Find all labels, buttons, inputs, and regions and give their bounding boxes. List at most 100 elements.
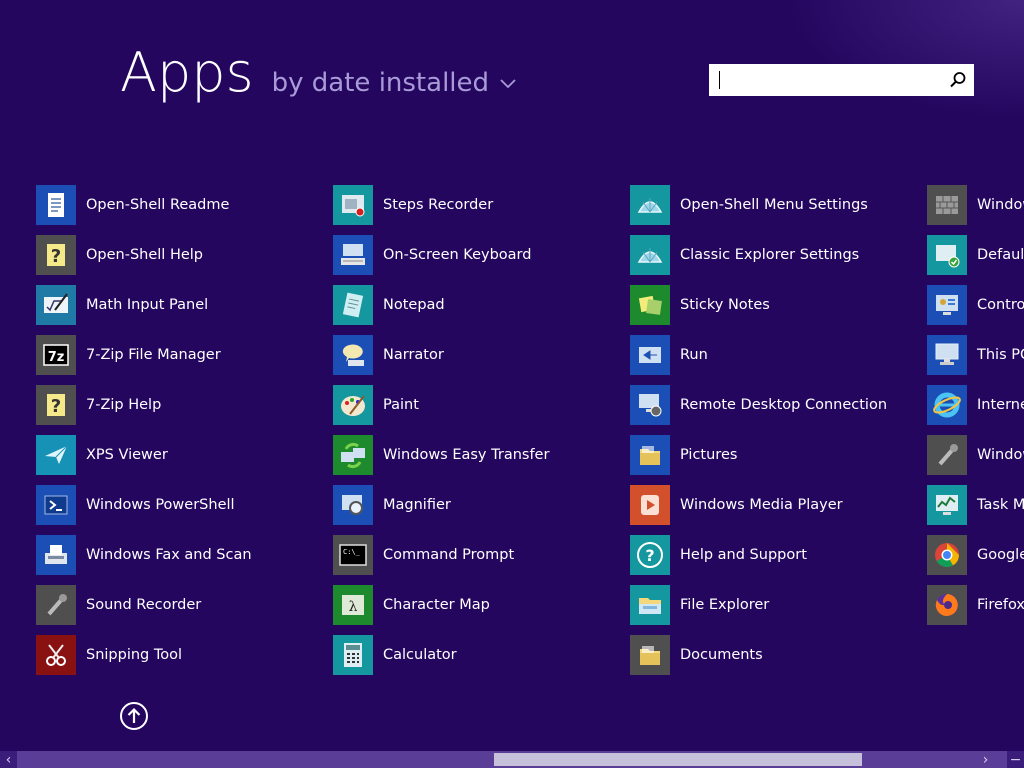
- app-tile-task-ma-3-6[interactable]: Task Ma: [927, 485, 1024, 525]
- zoom-out-icon[interactable]: −: [1007, 751, 1024, 768]
- app-label: Task Ma: [977, 497, 1024, 513]
- app-label: Calculator: [383, 647, 457, 663]
- app-icon-tile: [36, 535, 76, 575]
- app-icon-tile: [927, 435, 967, 475]
- app-tile-windows-easy-transfer-1-5[interactable]: Windows Easy Transfer: [333, 435, 549, 475]
- app-tile-firefox-3-8[interactable]: Firefox: [927, 585, 1024, 625]
- app-label: Narrator: [383, 347, 444, 363]
- app-tile-windows-powershell-0-6[interactable]: Windows PowerShell: [36, 485, 252, 525]
- app-tile-xps-viewer-0-5[interactable]: XPS Viewer: [36, 435, 252, 475]
- sort-label: by date installed: [271, 68, 490, 98]
- app-tile-calculator-1-9[interactable]: Calculator: [333, 635, 549, 675]
- app-tile-documents-2-9[interactable]: Documents: [630, 635, 887, 675]
- app-tile-open-shell-readme-0-0[interactable]: Open-Shell Readme: [36, 185, 252, 225]
- arrow-up-circle-icon[interactable]: [119, 701, 149, 731]
- app-tile-on-screen-keyboard-1-1[interactable]: On-Screen Keyboard: [333, 235, 549, 275]
- ie-icon: [933, 392, 961, 418]
- app-tile-character-map-1-8[interactable]: λ Character Map: [333, 585, 549, 625]
- sort-dropdown[interactable]: by date installed: [272, 68, 517, 98]
- app-icon-tile: [36, 635, 76, 675]
- shell-icon: [637, 198, 663, 213]
- app-icon-tile: [36, 585, 76, 625]
- app-tile-magnifier-1-6[interactable]: Magnifier: [333, 485, 549, 525]
- app-tile-this-pc-3-3[interactable]: This PC: [927, 335, 1024, 375]
- app-label: Windows PowerShell: [86, 497, 235, 513]
- svg-text:λ: λ: [349, 599, 358, 615]
- app-tile-math-input-panel-0-2[interactable]: Math Input Panel: [36, 285, 252, 325]
- page-title: Apps: [120, 41, 254, 104]
- app-tile-snipping-tool-0-9[interactable]: Snipping Tool: [36, 635, 252, 675]
- app-tile-remote-desktop-connection-2-4[interactable]: Remote Desktop Connection: [630, 385, 887, 425]
- app-label: Google: [977, 547, 1024, 563]
- app-tile-sound-recorder-0-8[interactable]: Sound Recorder: [36, 585, 252, 625]
- microphone-icon: [938, 444, 958, 466]
- search-box[interactable]: [709, 64, 974, 96]
- app-tile-narrator-1-3[interactable]: Narrator: [333, 335, 549, 375]
- app-icon-tile: [630, 435, 670, 475]
- app-tile-command-prompt-1-7[interactable]: C:\_ Command Prompt: [333, 535, 549, 575]
- app-icon-tile: ?: [36, 385, 76, 425]
- scroll-left-icon[interactable]: ‹: [0, 751, 17, 768]
- svg-text:C:\_: C:\_: [343, 548, 361, 556]
- scrollbar-track[interactable]: [17, 751, 1007, 768]
- horizontal-scrollbar[interactable]: ‹ › −: [0, 751, 1024, 768]
- app-tile-help-and-support-2-7[interactable]: ? Help and Support: [630, 535, 887, 575]
- apps-column-3: Open-Shell Menu Settings Classic Explorer…: [630, 185, 887, 685]
- app-tile-google-3-7[interactable]: Google: [927, 535, 1024, 575]
- app-icon-tile: λ: [333, 585, 373, 625]
- app-tile-open-shell-help-0-1[interactable]: ? Open-Shell Help: [36, 235, 252, 275]
- chrome-icon: [935, 543, 959, 568]
- app-tile-sticky-notes-2-2[interactable]: Sticky Notes: [630, 285, 887, 325]
- app-tile-file-explorer-2-8[interactable]: File Explorer: [630, 585, 887, 625]
- app-icon-tile: ?: [630, 535, 670, 575]
- app-icon-tile: [36, 435, 76, 475]
- app-icon-tile: [333, 435, 373, 475]
- app-icon-tile: [927, 585, 967, 625]
- folder-icon: [640, 646, 660, 665]
- app-tile-steps-recorder-1-0[interactable]: Steps Recorder: [333, 185, 549, 225]
- app-icon-tile: [36, 485, 76, 525]
- app-icon-tile: [630, 635, 670, 675]
- app-tile-windows-fax-and-scan-0-7[interactable]: Windows Fax and Scan: [36, 535, 252, 575]
- app-tile-internet-3-4[interactable]: Internet: [927, 385, 1024, 425]
- app-tile-default-3-1[interactable]: Default: [927, 235, 1024, 275]
- app-label: Control: [977, 297, 1024, 313]
- file-explorer-icon: [639, 598, 661, 614]
- app-tile-windows-media-player-2-6[interactable]: Windows Media Player: [630, 485, 887, 525]
- app-tile-pictures-2-5[interactable]: Pictures: [630, 435, 887, 475]
- app-icon-tile: [927, 235, 967, 275]
- scroll-right-icon[interactable]: ›: [977, 751, 994, 768]
- app-label: Open-Shell Help: [86, 247, 203, 263]
- app-tile-control-3-2[interactable]: Control: [927, 285, 1024, 325]
- steps-recorder-icon: [342, 195, 365, 217]
- app-tile-open-shell-menu-settings-2-0[interactable]: Open-Shell Menu Settings: [630, 185, 887, 225]
- app-icon-tile: [630, 285, 670, 325]
- app-tile-window-3-0[interactable]: Window: [927, 185, 1024, 225]
- fax-icon: [45, 545, 67, 564]
- calculator-icon: [344, 643, 362, 667]
- app-icon-tile: [927, 335, 967, 375]
- xps-icon: [45, 445, 68, 464]
- app-tile-window-3-5[interactable]: Window: [927, 435, 1024, 475]
- remote-desktop-icon: [639, 394, 662, 417]
- app-icon-tile: [927, 385, 967, 425]
- scrollbar-thumb[interactable]: [494, 753, 862, 766]
- folder-icon: [640, 446, 660, 465]
- computer-icon: [935, 343, 959, 365]
- app-label: This PC: [977, 347, 1024, 363]
- app-label: Window: [977, 447, 1024, 463]
- app-tile-notepad-1-2[interactable]: Notepad: [333, 285, 549, 325]
- shell-icon: [637, 248, 663, 263]
- app-tile-paint-1-4[interactable]: Paint: [333, 385, 549, 425]
- app-icon-tile: [630, 585, 670, 625]
- app-tile-run-2-3[interactable]: Run: [630, 335, 887, 375]
- search-icon[interactable]: [948, 70, 968, 90]
- app-icon-tile: [333, 185, 373, 225]
- app-label: Paint: [383, 397, 419, 413]
- app-label: Character Map: [383, 597, 490, 613]
- app-tile-7-zip-help-0-4[interactable]: ? 7-Zip Help: [36, 385, 252, 425]
- narrator-icon: [342, 344, 364, 366]
- app-tile-classic-explorer-settings-2-1[interactable]: Classic Explorer Settings: [630, 235, 887, 275]
- app-tile-7-zip-file-manager-0-3[interactable]: 7z 7-Zip File Manager: [36, 335, 252, 375]
- search-input[interactable]: [717, 64, 942, 96]
